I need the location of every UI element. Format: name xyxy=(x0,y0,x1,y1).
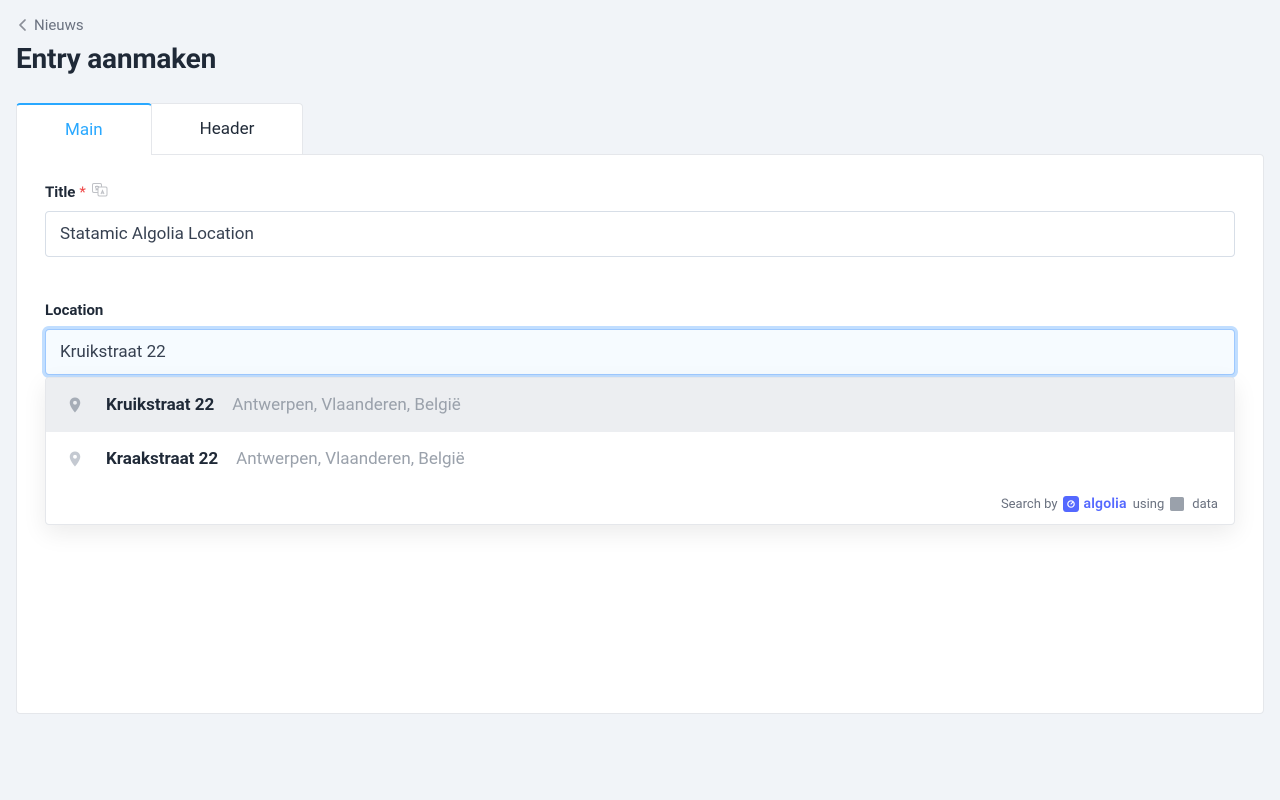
location-input[interactable] xyxy=(45,329,1235,375)
suggestion-item[interactable]: Kraakstraat 22 Antwerpen, Vlaanderen, Be… xyxy=(46,432,1234,486)
suggestion-secondary: Antwerpen, Vlaanderen, België xyxy=(232,395,461,415)
map-pin-icon xyxy=(66,394,84,416)
suggestions-footer: Search by algolia using data xyxy=(46,486,1234,524)
chevron-left-icon xyxy=(18,19,28,31)
page-title: Entry aanmaken xyxy=(16,42,1264,75)
tab-header[interactable]: Header xyxy=(151,103,304,155)
suggestion-item[interactable]: Kruikstraat 22 Antwerpen, Vlaanderen, Be… xyxy=(46,378,1234,432)
footer-search-by: Search by xyxy=(1001,497,1058,512)
map-pin-icon xyxy=(66,448,84,470)
tab-main-label: Main xyxy=(65,120,103,140)
field-title: Title * xyxy=(45,183,1235,257)
title-label: Title xyxy=(45,183,75,201)
osm-icon xyxy=(1170,497,1184,511)
suggestion-secondary: Antwerpen, Vlaanderen, België xyxy=(236,449,465,469)
required-mark: * xyxy=(79,183,85,201)
tabs: Main Header xyxy=(16,103,1264,155)
footer-data: data xyxy=(1192,497,1218,512)
location-suggestions: Kruikstraat 22 Antwerpen, Vlaanderen, Be… xyxy=(45,377,1235,525)
breadcrumb[interactable]: Nieuws xyxy=(18,16,1264,34)
location-label: Location xyxy=(45,301,103,319)
algolia-word: algolia xyxy=(1083,496,1126,512)
suggestion-primary: Kruikstraat 22 xyxy=(106,395,214,415)
algolia-icon xyxy=(1063,496,1079,512)
field-location: Location Kruikstraat 22 Antwerpen, Vlaan… xyxy=(45,301,1235,375)
title-input[interactable] xyxy=(45,211,1235,257)
algolia-mark: algolia xyxy=(1063,496,1126,512)
footer-using: using xyxy=(1133,497,1165,512)
suggestion-primary: Kraakstraat 22 xyxy=(106,449,218,469)
breadcrumb-label: Nieuws xyxy=(34,16,84,34)
tab-main[interactable]: Main xyxy=(16,103,152,155)
translate-icon xyxy=(92,183,108,201)
tab-header-label: Header xyxy=(200,119,255,139)
panel-main: Title * Location Kruikstraat 22 Antwerpe… xyxy=(16,154,1264,714)
